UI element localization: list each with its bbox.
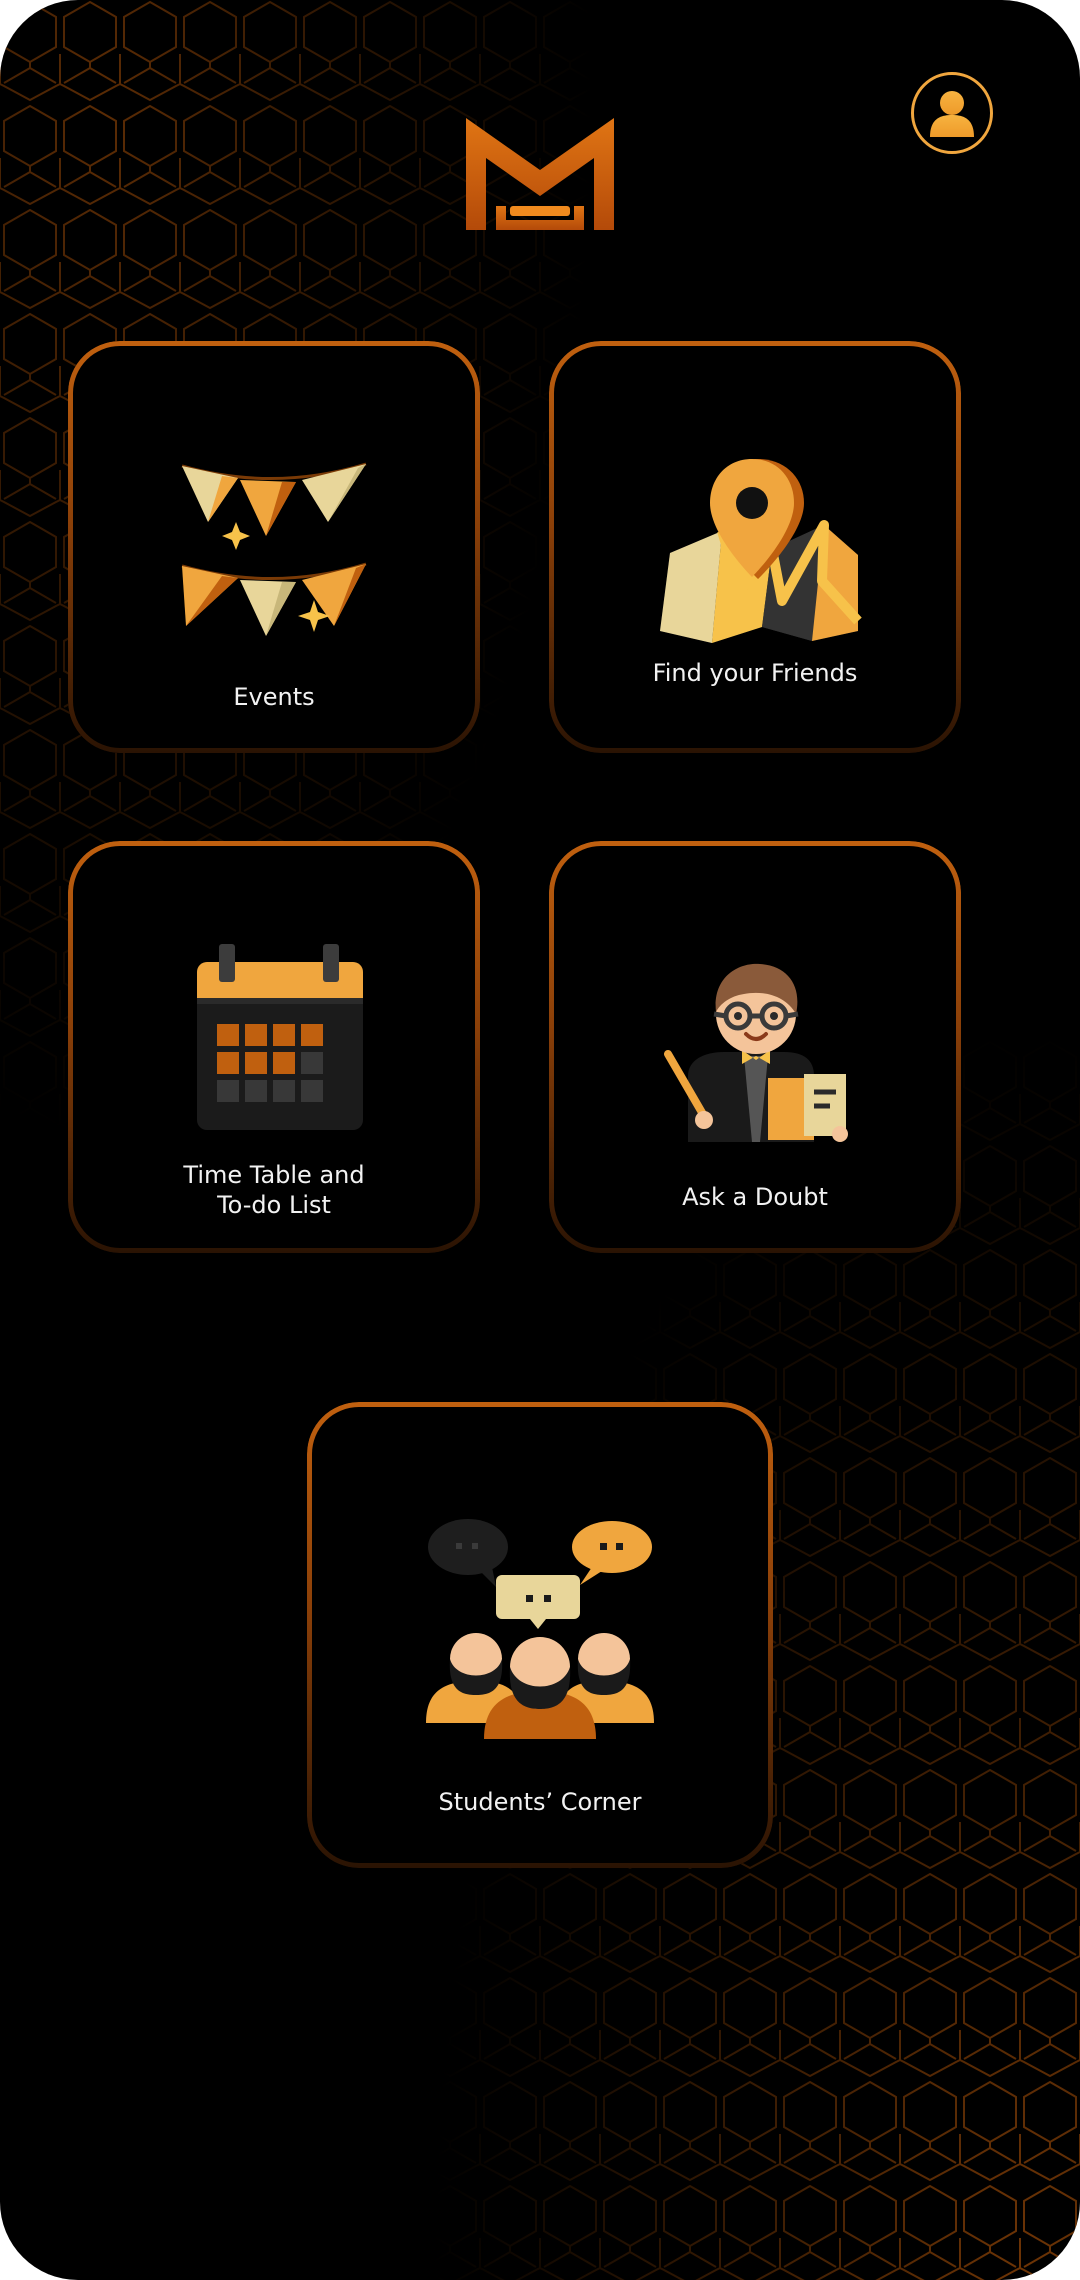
timetable-tile[interactable]: Time Table and To-do List xyxy=(68,841,480,1253)
students-corner-label: Students’ Corner xyxy=(438,1788,642,1816)
teacher-icon xyxy=(664,963,848,1142)
user-avatar-icon xyxy=(930,91,974,137)
ask-doubt-label: Ask a Doubt xyxy=(682,1183,828,1211)
find-friends-tile[interactable]: Find your Friends xyxy=(549,341,961,753)
ask-doubt-tile[interactable]: Ask a Doubt xyxy=(549,841,961,1253)
app-logo xyxy=(466,118,614,238)
calendar-icon xyxy=(197,944,363,1130)
find-friends-label: Find your Friends xyxy=(652,659,858,687)
events-label: Events xyxy=(233,683,315,711)
timetable-label: Time Table and To-do List xyxy=(183,1161,365,1219)
bunting-flags-icon xyxy=(181,462,367,636)
group-chat-icon xyxy=(426,1519,654,1739)
students-corner-tile[interactable]: Students’ Corner xyxy=(307,1402,773,1868)
profile-button[interactable] xyxy=(911,72,993,154)
app-screen: Events Find your Friends Time Table and … xyxy=(0,0,1080,2280)
events-tile[interactable]: Events xyxy=(68,341,480,753)
map-pin-icon xyxy=(660,459,862,643)
